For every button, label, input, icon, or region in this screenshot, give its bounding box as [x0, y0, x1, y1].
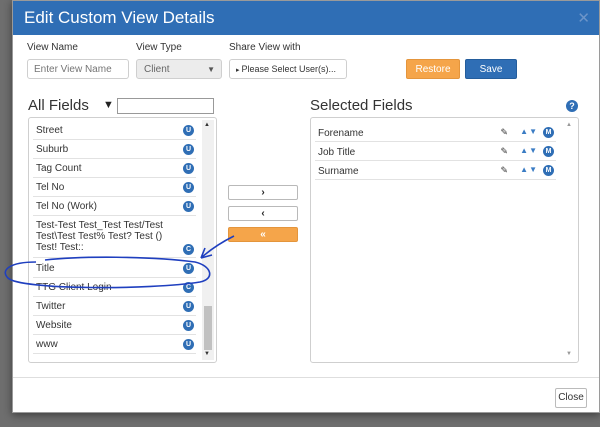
list-item-label: Twitter: [36, 301, 66, 312]
list-item-label: Tel No (Work): [36, 201, 97, 212]
scroll-thumb[interactable]: [204, 306, 212, 350]
list-item[interactable]: Website U: [33, 317, 196, 335]
all-fields-scrollbar[interactable]: ▲ ▼: [202, 120, 214, 360]
edit-custom-view-dialog: Edit Custom View Details ✕ View Name Vie…: [12, 0, 600, 413]
fields-filter-input[interactable]: [117, 98, 214, 114]
list-item[interactable]: Title U: [33, 260, 196, 278]
view-name-input[interactable]: [27, 59, 129, 79]
chevron-down-icon: ▼: [207, 65, 215, 74]
selected-fields-list[interactable]: Forename ✎ ▲▼ M Job Title ✎ ▲▼ M Surname…: [310, 117, 579, 363]
pencil-icon[interactable]: ✎: [500, 127, 508, 138]
dialog-title: Edit Custom View Details: [24, 8, 215, 27]
pencil-icon[interactable]: ✎: [500, 146, 508, 157]
share-users-value: Please Select User(s)...: [241, 64, 336, 74]
view-type-label: View Type: [136, 42, 182, 53]
remove-field-button[interactable]: ‹: [228, 206, 298, 221]
share-users-select[interactable]: ▸ Please Select User(s)...: [229, 59, 347, 79]
sort-arrows-icon[interactable]: ▲▼: [520, 127, 538, 136]
list-item-label: Surname: [318, 166, 359, 177]
mandatory-field-badge: M: [543, 127, 554, 138]
user-field-badge: U: [183, 201, 194, 212]
list-item-label: Street: [36, 125, 63, 136]
remove-all-fields-button[interactable]: «: [228, 227, 298, 242]
list-item[interactable]: Forename ✎ ▲▼ M: [315, 124, 556, 142]
user-field-badge: U: [183, 339, 194, 350]
scroll-up-icon[interactable]: ▲: [566, 122, 572, 128]
save-button[interactable]: Save: [465, 59, 517, 79]
list-item[interactable]: Twitter U: [33, 298, 196, 316]
user-field-badge: U: [183, 320, 194, 331]
user-field-badge: U: [183, 182, 194, 193]
scroll-up-icon[interactable]: ▲: [204, 122, 210, 128]
custom-field-badge: C: [183, 282, 194, 293]
footer-divider: [13, 377, 599, 378]
user-field-badge: U: [183, 163, 194, 174]
all-fields-list[interactable]: Street U Suburb U Tag Count U Tel No U T…: [28, 117, 217, 363]
custom-field-badge: C: [183, 244, 194, 255]
sort-arrows-icon[interactable]: ▲▼: [520, 146, 538, 155]
user-field-badge: U: [183, 263, 194, 274]
list-item[interactable]: Suburb U: [33, 141, 196, 159]
view-name-label: View Name: [27, 42, 78, 53]
list-item-label: TTG Client Login: [36, 282, 112, 293]
list-item-label: Test-Test Test_Test Test/Test Test\Test …: [36, 220, 163, 253]
list-item[interactable]: Street U: [33, 122, 196, 140]
close-button[interactable]: Close: [555, 388, 587, 408]
pencil-icon[interactable]: ✎: [500, 165, 508, 176]
list-item[interactable]: Tag Count U: [33, 160, 196, 178]
view-type-value: Client: [144, 64, 170, 75]
scroll-down-icon[interactable]: ▼: [566, 351, 572, 357]
share-view-label: Share View with: [229, 42, 301, 53]
list-item[interactable]: Surname ✎ ▲▼ M: [315, 162, 556, 180]
all-fields-title: All Fields: [28, 97, 89, 114]
dialog-header: Edit Custom View Details ✕: [13, 1, 599, 35]
list-item[interactable]: Job Title ✎ ▲▼ M: [315, 143, 556, 161]
list-item-label: Tel No: [36, 182, 65, 193]
list-item-label: Suburb: [36, 144, 69, 155]
close-icon[interactable]: ✕: [577, 9, 590, 27]
selected-fields-title: Selected Fields: [310, 97, 413, 114]
scroll-down-icon[interactable]: ▼: [204, 351, 210, 357]
list-item-label: Website: [36, 320, 72, 331]
help-icon[interactable]: ?: [566, 100, 578, 112]
user-field-badge: U: [183, 125, 194, 136]
selected-fields-scrollbar[interactable]: ▲ ▼: [564, 120, 576, 360]
restore-button[interactable]: Restore: [406, 59, 460, 79]
list-item-label: Forename: [318, 128, 364, 139]
sort-arrows-icon[interactable]: ▲▼: [520, 165, 538, 174]
list-item[interactable]: TTG Client Login C: [33, 279, 196, 297]
mandatory-field-badge: M: [543, 165, 554, 176]
list-item-label: Title: [36, 263, 55, 274]
add-field-button[interactable]: ›: [228, 185, 298, 200]
user-field-badge: U: [183, 144, 194, 155]
view-type-select[interactable]: Client ▼: [136, 59, 222, 79]
list-item[interactable]: Tel No U: [33, 179, 196, 197]
list-item-label: www: [36, 339, 58, 350]
mandatory-field-badge: M: [543, 146, 554, 157]
list-item[interactable]: www U: [33, 336, 196, 354]
list-item-label: Tag Count: [36, 163, 82, 174]
list-item[interactable]: Tel No (Work) U: [33, 198, 196, 216]
list-item[interactable]: Test-Test Test_Test Test/Test Test\Test …: [33, 217, 196, 258]
user-field-badge: U: [183, 301, 194, 312]
filter-icon: ▼: [103, 99, 114, 111]
list-item-label: Job Title: [318, 147, 356, 158]
